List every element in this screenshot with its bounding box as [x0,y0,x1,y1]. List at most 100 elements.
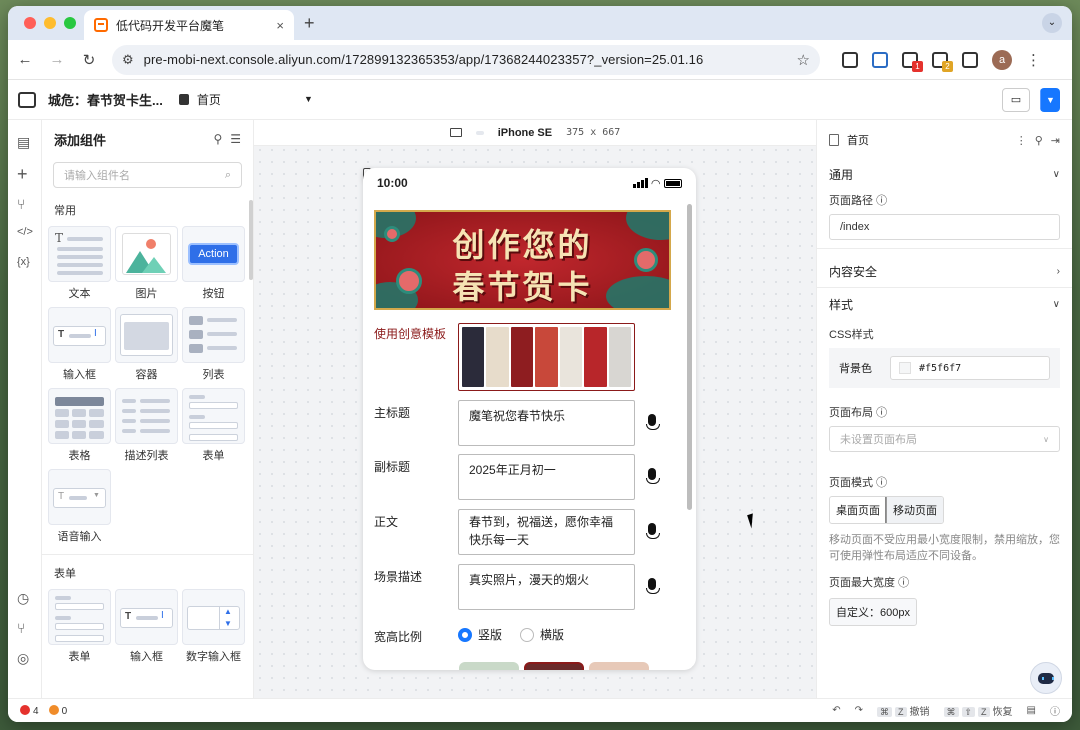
panel-scrollbar[interactable] [249,200,253,280]
mode-hint: 移动页面不受应用最小宽度限制，禁用缩放，您可使用弹性布局适应不同设备。 [829,534,1060,562]
microphone-icon[interactable] [646,578,660,594]
microphone-icon[interactable] [646,414,660,430]
new-tab-button[interactable]: + [304,13,315,34]
scene-input[interactable]: 真实照片，漫天的烟火 [458,564,635,610]
design-canvas[interactable]: iPhone SE 375 x 667 10:00 ◠ 创作您的 春节贺卡 使用… [254,120,816,698]
app-name[interactable]: 城危：春节贺卡生... [48,90,163,109]
section-common[interactable]: 常用 [42,192,253,226]
mode-desktop-option[interactable]: 桌面页面 [830,497,886,523]
page-layout-select[interactable]: 未设置页面布局 ∨ [829,426,1060,452]
redo-shortcut[interactable]: ⌘ ⇧ Z 恢复 [943,703,1013,718]
warning-count[interactable]: 0 [48,704,67,717]
device-name[interactable]: iPhone SE [498,127,552,139]
bg-color-picker[interactable]: #f5f6f7 [890,356,1050,380]
section-style[interactable]: 样式 ∨ [817,290,1072,318]
template-picker[interactable] [458,323,635,391]
extensions-puzzle-icon[interactable] [962,51,978,68]
style-thumbnails[interactable] [459,662,649,670]
redo-arrow-icon[interactable]: ↷ [855,705,863,716]
mobi-logo-icon[interactable] [18,91,36,108]
pin-icon[interactable]: ⚲ [1035,134,1043,147]
profile-avatar[interactable]: a [992,49,1012,70]
tree-icon[interactable]: ⑂ [17,196,25,212]
component-form[interactable]: 表单 [182,388,245,463]
url-text[interactable]: pre-mobi-next.console.aliyun.com/1728991… [144,52,787,67]
page-path-input[interactable]: /index [829,214,1060,240]
settings-icon[interactable]: ◎ [17,650,29,667]
component-button[interactable]: Action 按钮 [182,226,245,301]
browser-menu-icon[interactable]: ⋮ [1026,51,1041,69]
pages-icon[interactable]: ▤ [17,134,30,151]
undo-arrow-icon[interactable]: ↶ [832,705,840,716]
preview-desktop-button[interactable]: ▭ [1002,88,1030,112]
extension-icon-2[interactable]: 2 [932,51,953,72]
component-search-input[interactable]: 请输入组件名 ⌕ [53,162,242,188]
mode-mobile-option[interactable]: 移动页面 [885,497,943,523]
extension-translate-icon[interactable] [872,51,888,68]
ratio-landscape-radio[interactable]: 横版 [520,626,564,643]
component-input-2[interactable]: T I 输入框 [115,589,178,664]
help-icon[interactable]: ⓘ [898,577,909,589]
component-list[interactable]: 列表 [182,307,245,382]
component-voice-input[interactable]: T ▼ 语音输入 [48,469,111,544]
component-input[interactable]: T I 输入框 [48,307,111,382]
variables-icon[interactable]: {x} [17,256,30,268]
current-page-name[interactable]: 首页 [197,91,221,108]
collapse-panel-icon[interactable]: ⇥ [1051,134,1060,147]
branch-icon[interactable]: ⑂ [17,620,25,636]
code-icon[interactable]: </> [17,226,33,238]
color-swatch[interactable] [899,362,911,374]
help-icon[interactable]: ⓘ [876,407,887,419]
address-bar[interactable]: ⚙ pre-mobi-next.console.aliyun.com/17289… [112,44,820,75]
component-number-input[interactable]: ▲ ▼ 数字输入框 [182,589,245,664]
bookmark-star-icon[interactable]: ☆ [797,51,810,69]
close-window-button[interactable] [24,17,36,29]
component-image[interactable]: 图片 [115,226,178,301]
ratio-portrait-radio[interactable]: 竖版 [458,626,502,643]
minimize-window-button[interactable] [44,17,56,29]
publish-dropdown-icon[interactable]: ▼ [1040,88,1060,112]
extension-icon-1[interactable]: 1 [902,51,923,72]
section-form[interactable]: 表单 [42,555,253,589]
ai-assistant-robot-icon[interactable] [1030,662,1062,694]
component-form-2[interactable]: 表单 [48,589,111,664]
phone-scrollbar[interactable] [687,204,692,510]
tab-close-icon[interactable]: × [276,18,284,33]
help-circle-icon[interactable]: ⓘ [1050,703,1060,718]
site-info-icon[interactable]: ⚙ [122,52,134,68]
component-text[interactable]: T 文本 [48,226,111,301]
microphone-icon[interactable] [646,468,660,484]
component-container[interactable]: 容器 [115,307,178,382]
help-icon[interactable]: ⓘ [876,477,887,489]
title-input[interactable]: 魔笔祝您春节快乐 [458,400,635,446]
browser-tab[interactable]: 低代码开发平台魔笔 × [84,10,294,40]
help-icon[interactable]: ⓘ [876,195,887,207]
section-general[interactable]: 通用 ∨ [817,160,1072,188]
body-input[interactable]: 春节到，祝福送，愿你幸福快乐每一天 [458,509,635,555]
more-icon[interactable]: ⋮ [1016,134,1027,147]
microphone-icon[interactable] [646,523,660,539]
mobile-device-toggle[interactable] [363,130,484,180]
component-table[interactable]: 表格 [48,388,111,463]
error-count[interactable]: 4 [20,704,39,717]
pin-icon[interactable]: ⚲ [213,132,222,146]
back-button[interactable]: ← [16,51,34,68]
component-description-list[interactable]: 描述列表 [115,388,178,463]
extension-square-icon[interactable] [842,51,858,68]
collapse-icon[interactable]: ☰ [230,132,241,146]
reload-button[interactable]: ↻ [80,51,98,69]
page-selector-caret-icon[interactable]: ▼ [304,94,313,104]
history-icon[interactable]: ◷ [17,590,29,607]
maximize-window-button[interactable] [64,17,76,29]
undo-shortcut[interactable]: ⌘ Z 撤销 [877,703,930,718]
desktop-device-icon[interactable] [449,128,462,137]
maxwidth-button[interactable]: 自定义：600px [829,598,917,626]
feedback-icon[interactable]: ▤ [1027,705,1036,716]
add-component-icon[interactable]: + [17,164,28,185]
forward-button[interactable]: → [48,51,66,68]
subtitle-input[interactable]: 2025年正月初一 [458,454,635,500]
new-year-banner[interactable]: 创作您的 春节贺卡 [374,210,671,310]
section-content-safety[interactable]: 内容安全 › [817,257,1072,285]
mode-label: 页面模式 ⓘ [829,477,888,489]
tab-search-button[interactable]: ⌄ [1042,13,1062,33]
